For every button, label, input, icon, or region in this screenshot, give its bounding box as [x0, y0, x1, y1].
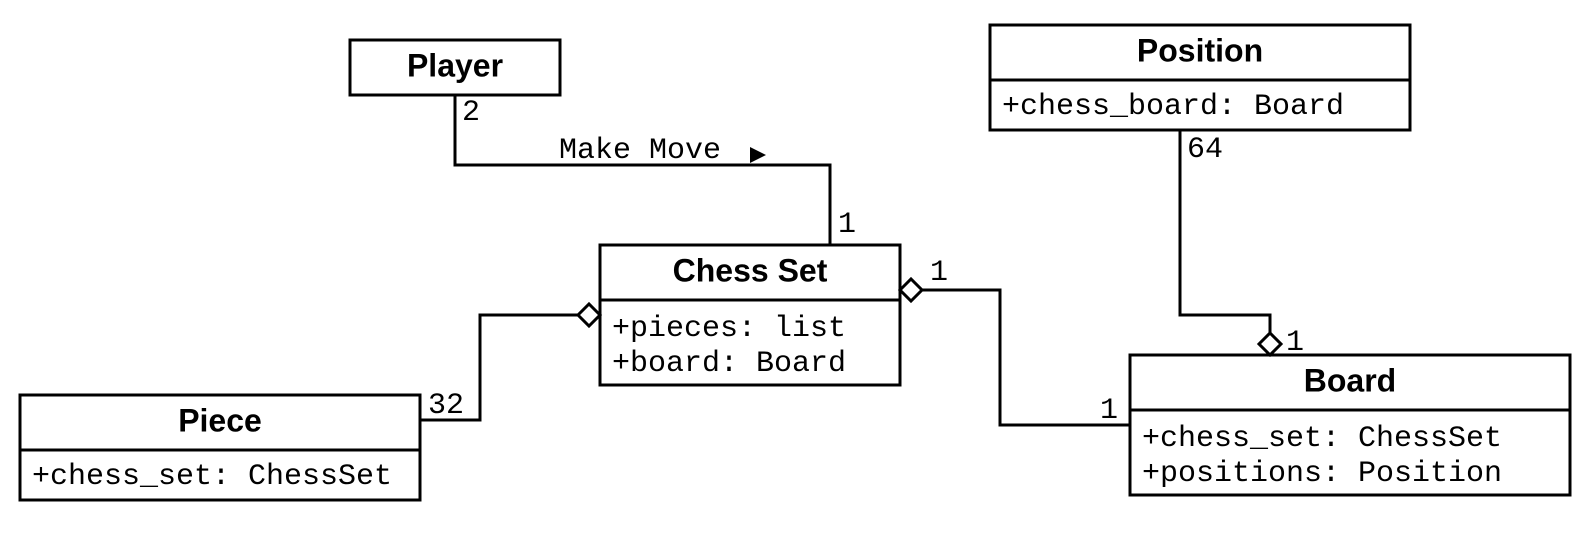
mult-player: 2 — [462, 96, 480, 130]
class-piece-attr-0: +chess_set: ChessSet — [32, 460, 392, 494]
class-board-attr-0: +chess_set: ChessSet — [1142, 422, 1502, 456]
class-chessset-attr-1: +board: Board — [612, 347, 846, 381]
class-piece-title: Piece — [178, 402, 262, 438]
class-player: Player — [350, 40, 560, 95]
rel-board-position: 64 1 — [1180, 130, 1304, 360]
aggregation-diamond-board — [900, 279, 922, 301]
rel-player-chessset: 2 1 Make Move — [455, 95, 856, 245]
class-piece: Piece +chess_set: ChessSet — [20, 395, 420, 500]
rel-chessset-piece: 32 — [420, 304, 600, 423]
uml-diagram: Player Position +chess_board: Board Ches… — [0, 0, 1594, 541]
rel-chessset-board: 1 1 — [900, 256, 1130, 428]
class-position-attr-0: +chess_board: Board — [1002, 90, 1344, 124]
class-position: Position +chess_board: Board — [990, 25, 1410, 130]
class-position-title: Position — [1137, 32, 1263, 68]
class-player-title: Player — [407, 47, 503, 83]
mult-position: 64 — [1187, 133, 1223, 167]
mult-chessset-player: 1 — [838, 208, 856, 242]
rel-label-make-move: Make Move — [559, 134, 721, 168]
mult-piece: 32 — [428, 389, 464, 423]
aggregation-diamond-position — [1259, 333, 1281, 355]
class-board-attr-1: +positions: Position — [1142, 457, 1502, 491]
class-chessset: Chess Set +pieces: list +board: Board — [600, 245, 900, 385]
rel-direction-arrow — [750, 147, 766, 163]
mult-chessset-board-b: 1 — [1100, 394, 1118, 428]
mult-chessset-board-a: 1 — [930, 256, 948, 290]
class-board-title: Board — [1304, 362, 1396, 398]
class-chessset-title: Chess Set — [673, 252, 828, 288]
class-chessset-attr-0: +pieces: list — [612, 312, 846, 346]
aggregation-diamond-piece — [578, 304, 600, 326]
mult-board-position: 1 — [1286, 326, 1304, 360]
class-board: Board +chess_set: ChessSet +positions: P… — [1130, 355, 1570, 495]
